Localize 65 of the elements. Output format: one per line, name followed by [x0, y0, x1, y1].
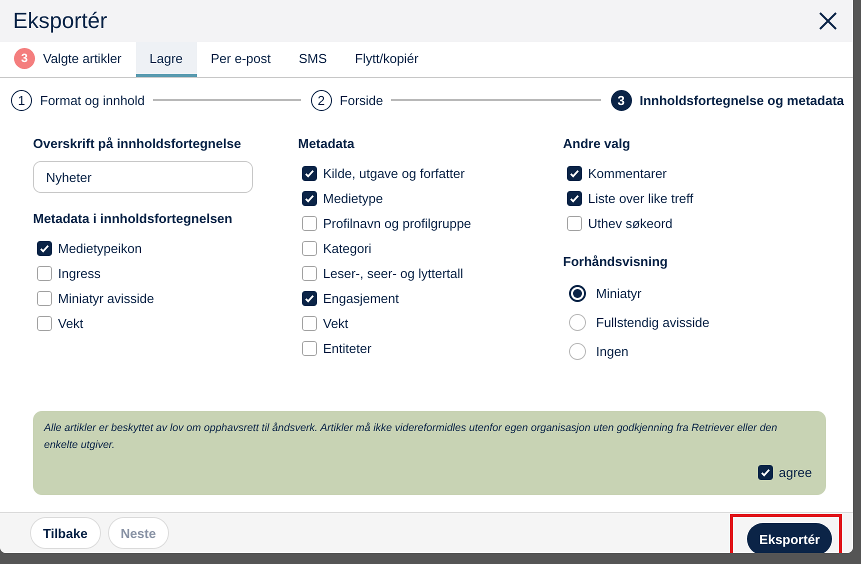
checkmark-icon: [304, 293, 315, 304]
checkbox-label: agree: [778, 465, 812, 480]
radio-label: Miniatyr: [596, 286, 642, 301]
radio-button[interactable]: [569, 343, 586, 360]
checkbox[interactable]: [567, 216, 582, 231]
checkbox-label: Engasjement: [323, 291, 399, 306]
radio-label: Fullstendig avisside: [596, 315, 710, 330]
checkmark-icon: [304, 168, 315, 179]
checkbox-label: Vekt: [323, 316, 348, 331]
notice-text: Alle artikler er beskyttet av lov om opphavsrett til åndsverk. Artikler må ikke videreformidles utenfor egen organisasjon uten godkjenning fra Retriever eller den enkelte utgiver.: [44, 421, 778, 453]
checkbox[interactable]: [37, 316, 52, 331]
checkbox-label: Profilnavn og profilgruppe: [323, 216, 472, 231]
radio-button[interactable]: [569, 285, 586, 302]
checkbox[interactable]: [37, 266, 52, 281]
checkbox-label: Kilde, utgave og forfatter: [323, 166, 465, 181]
step-label: Forside: [340, 92, 384, 108]
close-icon: [817, 10, 839, 32]
checkbox-label: Kategori: [323, 241, 372, 256]
section-heading: Metadata: [298, 136, 356, 151]
checkmark-icon: [569, 193, 580, 204]
step-label: Innholdsfortegnelse og metadata: [640, 92, 844, 108]
checkmark-icon: [304, 193, 315, 204]
step-label: Format og innhold: [40, 92, 145, 108]
checkbox[interactable]: [758, 465, 773, 480]
count-badge: 3: [14, 48, 35, 68]
checkbox[interactable]: [302, 266, 317, 281]
close-button[interactable]: [817, 10, 839, 32]
checkbox[interactable]: [302, 316, 317, 331]
section-heading: Andre valg: [563, 136, 632, 151]
checkbox-label: Ingress: [58, 266, 101, 281]
step-number: 1: [11, 90, 32, 110]
checkbox-label: Leser-, seer- og lyttertall: [323, 266, 464, 281]
heading-input[interactable]: Nyheter: [33, 161, 253, 193]
checkmark-icon: [760, 467, 771, 478]
checkbox-label: Medietype: [323, 191, 383, 206]
checkbox[interactable]: [37, 241, 52, 256]
step-number: 3: [610, 90, 632, 110]
checkbox[interactable]: [302, 216, 317, 231]
step-number: 2: [310, 90, 332, 110]
checkbox[interactable]: [302, 341, 317, 356]
radio-button[interactable]: [569, 314, 586, 331]
section-heading: Metadata i innholdsfortegnelsen: [33, 211, 234, 226]
checkmark-icon: [39, 243, 50, 254]
checkbox-label: Uthev søkeord: [588, 216, 673, 231]
checkbox[interactable]: [302, 241, 317, 256]
checkbox-label: Vekt: [58, 316, 84, 331]
checkbox[interactable]: [302, 166, 317, 181]
checkbox-label: Medietypeikon: [58, 241, 142, 256]
back-button[interactable]: Tilbake: [30, 517, 101, 549]
checkbox[interactable]: [567, 166, 582, 181]
export-button[interactable]: Eksportér: [747, 523, 832, 553]
checkbox-label: Miniatyr avisside: [58, 291, 154, 306]
tab[interactable]: Lagre: [136, 42, 197, 77]
checkbox[interactable]: [302, 191, 317, 206]
checkbox[interactable]: [37, 291, 52, 306]
checkbox-label: Liste over like treff: [588, 191, 694, 206]
checkbox[interactable]: [567, 191, 582, 206]
checkbox-label: Kommentarer: [588, 166, 667, 181]
radio-label: Ingen: [596, 344, 629, 359]
checkmark-icon: [569, 168, 580, 179]
checkbox[interactable]: [302, 291, 317, 306]
section-heading: Overskrift på innholdsfortegnelse: [33, 136, 242, 151]
checkbox-label: Entiteter: [323, 341, 372, 356]
dialog-title: Eksportér: [13, 8, 108, 34]
section-heading: Forhåndsvisning: [563, 254, 669, 269]
